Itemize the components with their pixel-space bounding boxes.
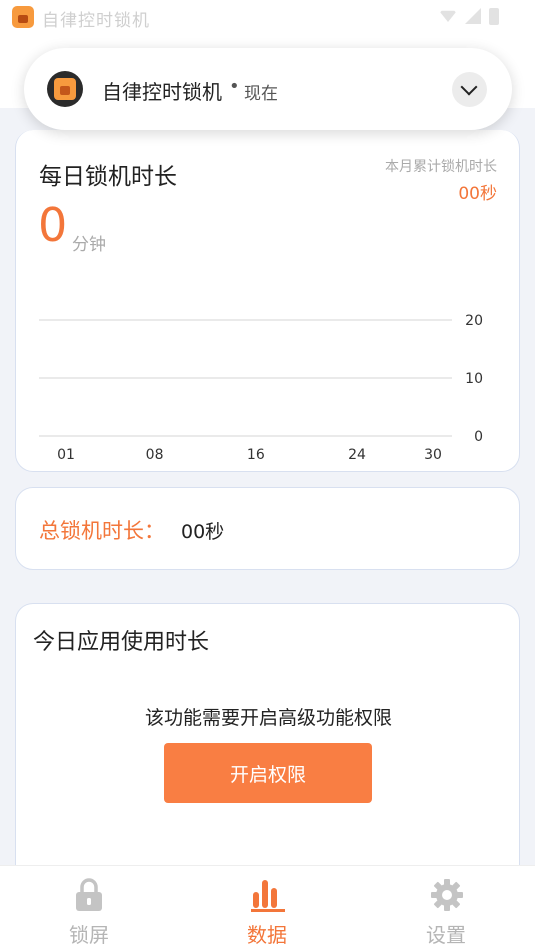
daily-lock-card: 每日锁机时长 本月累计锁机时长 00秒 0 分钟 0 10 20 01 08 16 24 30 <box>15 130 520 472</box>
app-usage-title: 今日应用使用时长 <box>33 630 210 655</box>
status-bar: 自律控时锁机 <box>0 0 535 36</box>
status-app-title: 自律控时锁机 <box>42 11 150 31</box>
month-total-label: 本月累计锁机时长 <box>385 159 497 175</box>
notification-app-name: 自律控时锁机 <box>102 80 222 104</box>
lock-icon <box>76 878 102 911</box>
today-lock-value: 0 <box>38 198 68 252</box>
wifi-icon <box>439 10 457 22</box>
notification-time: 现在 <box>244 84 278 104</box>
nav-label-settings: 设置 <box>426 923 466 947</box>
status-icons <box>439 8 499 25</box>
x-tick-label: 16 <box>247 447 265 463</box>
daily-lock-chart: 0 10 20 01 08 16 24 30 <box>39 313 483 463</box>
nav-label-data: 数据 <box>247 923 287 947</box>
enable-permission-button[interactable]: 开启权限 <box>164 743 372 803</box>
month-total-value: 00秒 <box>458 184 497 204</box>
x-tick-label: 08 <box>146 447 164 463</box>
notification-separator: • <box>229 76 240 97</box>
x-tick-label: 01 <box>57 447 75 463</box>
nav-item-settings[interactable]: 设置 <box>386 866 506 951</box>
app-lock-icon <box>47 71 83 107</box>
gear-icon <box>431 879 463 911</box>
nav-item-lock-screen[interactable]: 锁屏 <box>29 866 149 951</box>
y-tick-label: 10 <box>465 371 483 387</box>
y-tick-label: 20 <box>465 313 483 329</box>
today-lock-unit: 分钟 <box>72 235 106 255</box>
total-lock-label: 总锁机时长： <box>39 519 165 543</box>
nav-label-lock-screen: 锁屏 <box>69 923 109 947</box>
x-tick-label: 24 <box>348 447 366 463</box>
total-lock-card: 总锁机时长： 00秒 <box>15 487 520 570</box>
notification-banner[interactable]: 自律控时锁机 • 现在 <box>24 48 512 130</box>
chevron-down-icon[interactable] <box>452 72 487 107</box>
nav-item-data[interactable]: 数据 <box>207 866 327 951</box>
bar-chart-icon <box>251 880 285 912</box>
signal-icon <box>465 8 481 24</box>
total-lock-value: 00秒 <box>181 521 225 543</box>
app-usage-card: 今日应用使用时长 该功能需要开启高级功能权限 开启权限 <box>15 603 520 865</box>
app-lock-icon <box>12 6 34 28</box>
x-tick-label: 30 <box>424 447 442 463</box>
daily-lock-title: 每日锁机时长 <box>39 164 177 190</box>
y-tick-label: 0 <box>474 429 483 445</box>
bottom-nav: 锁屏 数据 设置 <box>0 865 535 951</box>
permission-message: 该功能需要开启高级功能权限 <box>144 707 392 729</box>
battery-icon <box>489 8 499 25</box>
